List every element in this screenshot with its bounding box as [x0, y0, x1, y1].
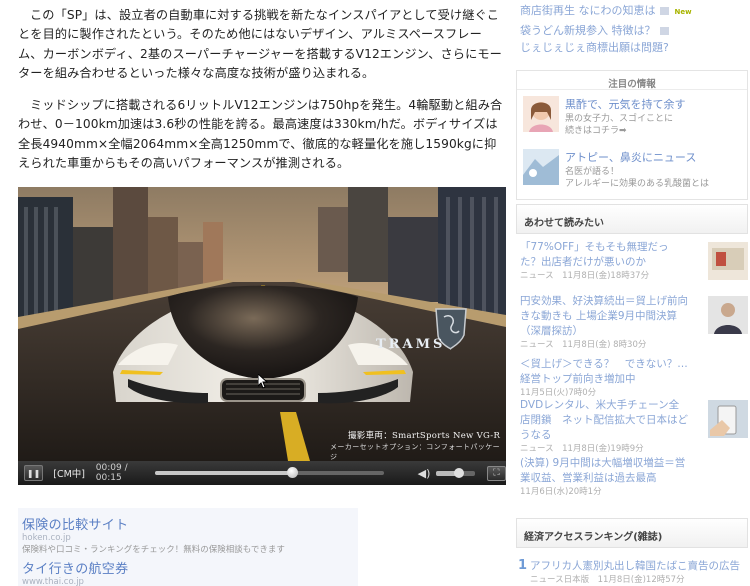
ranking-header: 経済アクセスランキング(雑誌)	[516, 518, 748, 548]
video-scene-image	[18, 187, 506, 461]
player-controls: ❚❚ [CM中] 00:09 / 00:15 ◀) ⛶	[18, 461, 506, 485]
ad-block: 保険の比較サイト hoken.co.jp 保険料や口コミ・ランキングをチェック！…	[18, 508, 358, 586]
cm-indicator: [CM中]	[53, 469, 85, 480]
featured-title[interactable]: 黒酢で、元気を持て余す	[565, 96, 686, 112]
related-item[interactable]: (決算) 9月中間は大幅増収増益＝営業収益、営業利益は過去最高 11月6日(水)…	[520, 456, 748, 498]
camera-icon	[659, 26, 669, 35]
related-meta: ニュース 11月8日(金)19時9分	[520, 444, 644, 454]
video-frame[interactable]: TRAMS 撮影車両：SmartSports New VG-R メーカーセットオ…	[18, 187, 506, 461]
article-paragraph-1: この「SP」は、設立者の自動車に対する挑戦を新たなインスパイアとして受け継ぐこと…	[18, 8, 502, 80]
mouse-cursor-icon	[258, 374, 269, 389]
video-credit-vehicle: 撮影車両：SmartSports New VG-R	[348, 431, 501, 441]
ad-url: www.thai.co.jp	[22, 577, 84, 586]
ad-url: hoken.co.jp	[22, 533, 71, 543]
related-title[interactable]: DVDレンタル、米大手チェーン全店閉鎖 ネット配信拡大で日本はどうなる	[520, 398, 688, 443]
related-item[interactable]: DVDレンタル、米大手チェーン全店閉鎖 ネット配信拡大で日本はどうなる ニュース…	[520, 398, 748, 455]
article-paragraph-2: ミッドシップに搭載される6リットルV12エンジンは750hpを発生。4輪駆動と組…	[18, 98, 503, 171]
time-display: 00:09 / 00:15	[95, 463, 128, 483]
seek-bar-progress	[155, 471, 293, 475]
volume-icon[interactable]: ◀)	[418, 467, 431, 480]
woman-photo-thumbnail	[523, 96, 559, 132]
pause-icon: ❚❚	[26, 468, 41, 478]
featured-subtitle: アレルギーに効果のある乳酸菌とは	[565, 179, 710, 189]
related-item[interactable]: 「77%OFF」そもそも無理だった？出店者だけが悪いのか ニュース 11月8日(…	[520, 240, 748, 282]
top-link[interactable]: 商店街再生 なにわの知恵は New	[520, 2, 692, 22]
rank-meta: ニュース日本版 11月8日(金)12時57分	[530, 575, 685, 585]
pause-button[interactable]: ❚❚	[24, 465, 44, 481]
featured-item[interactable]: アトピー、鼻炎にニュース 名医が語る！ アレルギーに効果のある乳酸菌とは	[523, 149, 745, 193]
fullscreen-button[interactable]: ⛶	[486, 465, 506, 481]
seek-handle[interactable]	[287, 467, 299, 478]
related-title[interactable]: (決算) 9月中間は大幅増収増益＝営業収益、営業利益は過去最高	[520, 456, 688, 486]
volume-slider[interactable]	[436, 467, 475, 478]
top-link[interactable]: じぇじぇじぇ商標出願は問題?	[520, 39, 692, 57]
camera-icon	[659, 7, 669, 15]
related-meta: ニュース 11月8日(金) 8時30分	[520, 340, 647, 350]
brand-logo-text: TRAMS	[376, 337, 446, 352]
top-link[interactable]: 袋うどん新規参入 特徴は？	[520, 22, 692, 40]
new-badge: New	[674, 8, 692, 16]
related-title[interactable]: ＜貿上げ＞できる？ できない？…経営トップ前向き増加中	[520, 357, 688, 387]
right-sidebar: 商店街再生 なにわの知恵は New 袋うどん新規参入 特徴は？ じぇじぇじぇ商標出…	[514, 0, 750, 586]
related-item[interactable]: ＜貿上げ＞できる？ できない？…経営トップ前向き増加中 11月5日(火)7時0分	[520, 357, 748, 399]
related-title[interactable]: 円安効果、好決算続出＝貿上げ前向きな動きも 上場企業9月中間決算（深層探訪）	[520, 294, 688, 339]
ad-description: 保険料や口コミ・ランキングをチェック！無料の保険相談もできます	[22, 545, 285, 555]
top-links: 商店街再生 なにわの知恵は New 袋うどん新規参入 特徴は？ じぇじぇじぇ商標出…	[520, 2, 692, 57]
related-meta: 11月6日(水)20時1分	[520, 487, 602, 497]
related-thumbnail	[708, 296, 748, 334]
featured-item[interactable]: 黒酢で、元気を持て余す 黒の女子力、スゴイことに 続きはコチラ➡	[523, 96, 745, 140]
ad-link-insurance[interactable]: 保険の比較サイト	[22, 514, 285, 533]
featured-info-box: 注目の情報 黒酢で、元気を持て余す 黒の女子力、スゴイことに 続きはコチラ➡ ア…	[516, 70, 748, 200]
related-title[interactable]: 「77%OFF」そもそも無理だった？出店者だけが悪いのか	[520, 240, 688, 270]
featured-title[interactable]: アトピー、鼻炎にニュース	[565, 149, 696, 165]
rank-title[interactable]: アフリカ人憲別丸出し韓国たばこ賣告の広告	[530, 558, 740, 573]
related-item[interactable]: 円安効果、好決算続出＝貿上げ前向きな動きも 上場企業9月中間決算（深層探訪） ニ…	[520, 294, 748, 351]
allergy-photo-thumbnail	[523, 149, 559, 185]
featured-info-header: 注目の情報	[517, 71, 747, 90]
related-header: あわせて読みたい	[516, 204, 748, 234]
video-player[interactable]: TRAMS 撮影車両：SmartSports New VG-R メーカーセットオ…	[18, 187, 506, 485]
ad-link-airfare[interactable]: タイ行きの航空券	[22, 558, 128, 577]
article-body: この「SP」は、設立者の自動車に対する挑戦を新たなインスパイアとして受け継ぐこと…	[18, 6, 506, 186]
related-thumbnail	[708, 242, 748, 280]
featured-more-link[interactable]: 続きはコチラ➡	[565, 123, 627, 136]
fullscreen-icon: ⛶	[493, 468, 500, 478]
video-credit-option: メーカーセットオプション：コンフォートパッケージ	[330, 443, 500, 461]
rank-number: 1	[518, 558, 528, 573]
seek-bar[interactable]	[155, 467, 384, 478]
related-thumbnail	[708, 400, 748, 438]
volume-handle[interactable]	[454, 467, 465, 478]
